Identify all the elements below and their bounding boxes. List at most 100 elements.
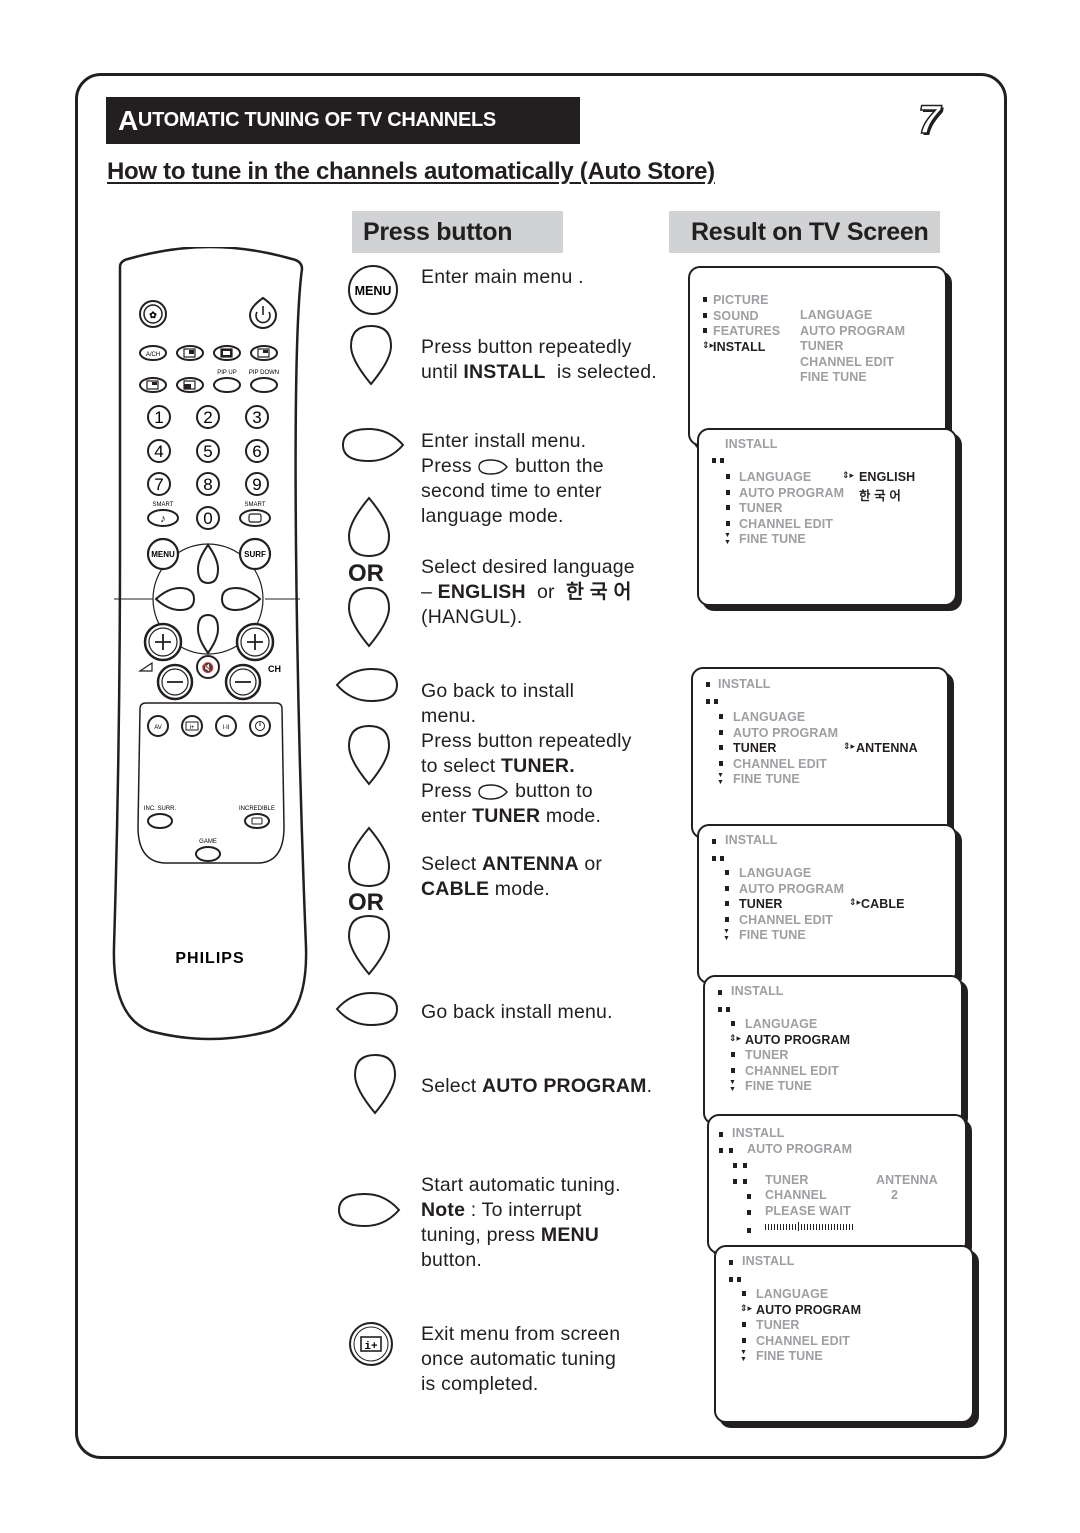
svg-text:✿: ✿ bbox=[149, 310, 157, 320]
bullet-icon bbox=[719, 714, 723, 719]
digit-button-1[interactable]: 1 bbox=[147, 405, 171, 429]
right-button-icon bbox=[337, 1192, 401, 1228]
menu-item: CHANNEL EDIT bbox=[745, 1063, 840, 1078]
av-label: AV bbox=[154, 725, 162, 731]
status-text: PLEASE WAIT bbox=[765, 1204, 851, 1218]
menu-title: INSTALL bbox=[725, 833, 778, 847]
brand-logo: PHILIPS bbox=[175, 950, 244, 967]
digit-button-5[interactable]: 5 bbox=[196, 439, 220, 463]
surf-button[interactable]: SURF bbox=[238, 537, 272, 571]
step-4-text: Select desired language – ENGLISH or 한 국… bbox=[421, 556, 635, 628]
stereo-button[interactable]: I·II bbox=[215, 715, 237, 737]
digit-button-0[interactable]: 0 bbox=[196, 506, 220, 530]
incredible-button[interactable] bbox=[244, 813, 270, 829]
smart-sound-button[interactable]: ♪ bbox=[147, 509, 179, 527]
surf-label: SURF bbox=[244, 550, 266, 559]
submenu-item: LANGUAGE bbox=[800, 308, 873, 322]
tv-screen-main-menu: PICTURE SOUND FEATURES ⇕▸ INSTALL LANGUAGE AUT… bbox=[688, 266, 947, 446]
section-title-banner: A UTOMATIC TUNING OF TV CHANNELS bbox=[106, 97, 580, 144]
step-3-text: Enter install menu. Press button the sec… bbox=[421, 430, 604, 527]
pip-down-button[interactable] bbox=[250, 377, 278, 393]
digit-button-9[interactable]: 9 bbox=[245, 472, 269, 496]
left-button-icon bbox=[335, 667, 399, 703]
menu-item: FINE TUNE bbox=[739, 928, 806, 942]
menu-title: INSTALL bbox=[718, 677, 771, 691]
digit-label: 5 bbox=[203, 442, 212, 461]
bullet-icon bbox=[729, 1148, 733, 1153]
bullet-icon bbox=[726, 489, 730, 495]
bullet-icon bbox=[729, 1277, 733, 1282]
down-button-icon bbox=[347, 724, 391, 786]
digit-label: 1 bbox=[154, 408, 163, 427]
down-button-icon bbox=[353, 1053, 397, 1115]
menu-button[interactable]: MENU bbox=[146, 537, 180, 571]
section-title-initial: A bbox=[118, 104, 138, 136]
step-5-text: Go back to install menu. Press button re… bbox=[421, 680, 632, 827]
digit-label: 9 bbox=[252, 475, 261, 494]
step-7-text: Go back install menu. bbox=[421, 1001, 613, 1023]
ach-button[interactable]: A/CH bbox=[139, 345, 167, 361]
pip-freeze-button[interactable] bbox=[213, 345, 241, 361]
digit-button-8[interactable]: 8 bbox=[196, 472, 220, 496]
menu-item: AUTO PROGRAM bbox=[745, 1032, 851, 1047]
bullet-icon bbox=[743, 1179, 747, 1184]
tv-screen-tuner-antenna: INSTALL LANGUAGE AUTO PROGRAM TUNER CHANNEL … bbox=[691, 667, 949, 839]
digit-button-2[interactable]: 2 bbox=[196, 405, 220, 429]
menu-item: CHANNEL EDIT bbox=[739, 516, 834, 531]
step-10-text: Exit menu from screen once automatic tun… bbox=[421, 1323, 621, 1395]
submenu-item: FINE TUNE bbox=[800, 370, 867, 384]
menu-item: FINE TUNE bbox=[745, 1079, 812, 1093]
step-6-text: Select ANTENNA or CABLE mode. bbox=[421, 853, 603, 900]
submenu-item: CHANNEL EDIT bbox=[800, 354, 895, 369]
bullet-icon bbox=[726, 505, 730, 510]
menu-item: FINE TUNE bbox=[739, 532, 806, 546]
pip-size-button[interactable] bbox=[176, 377, 204, 393]
up-button-icon bbox=[347, 496, 391, 558]
menu-item: AUTO PROGRAM bbox=[733, 725, 839, 740]
step-1-text: Enter main menu . bbox=[421, 266, 584, 288]
pip-swap-button[interactable] bbox=[250, 345, 278, 361]
pip-position-button[interactable] bbox=[139, 377, 167, 393]
teletext-button[interactable]: ✿ bbox=[139, 300, 167, 328]
menu-item: TUNER bbox=[733, 741, 777, 755]
pip-up-label: PIP UP bbox=[217, 370, 237, 376]
bullet-icon bbox=[731, 1052, 735, 1057]
digit-button-6[interactable]: 6 bbox=[245, 439, 269, 463]
down-button-icon bbox=[347, 586, 391, 648]
menu-item: AUTO PROGRAM bbox=[756, 1302, 862, 1317]
bullet-icon bbox=[720, 458, 724, 463]
svg-text:🔇: 🔇 bbox=[202, 661, 214, 674]
menu-item: TUNER bbox=[739, 897, 783, 911]
sleep-timer-button[interactable] bbox=[249, 715, 271, 737]
game-button[interactable] bbox=[195, 846, 221, 862]
mute-button[interactable]: 🔇 bbox=[196, 655, 220, 679]
bullet-icon bbox=[726, 1007, 730, 1012]
menu-item: CHANNEL EDIT bbox=[756, 1333, 851, 1348]
channel-up-button[interactable] bbox=[235, 622, 275, 662]
language-value-selected: ENGLISH bbox=[859, 470, 916, 484]
info-button[interactable]: i+ bbox=[181, 715, 203, 737]
bullet-icon bbox=[719, 729, 723, 735]
smart-picture-button[interactable] bbox=[239, 509, 271, 527]
bullet-icon bbox=[719, 1148, 723, 1153]
channel-down-button[interactable] bbox=[224, 663, 262, 701]
digit-button-7[interactable]: 7 bbox=[147, 472, 171, 496]
inc-surr-label: INC. SURR. bbox=[144, 806, 177, 812]
digit-label: 6 bbox=[252, 442, 261, 461]
inc-surr-button[interactable] bbox=[147, 813, 173, 829]
pip-up-button[interactable] bbox=[213, 377, 241, 393]
down-button-icon bbox=[349, 324, 393, 386]
menu-item: LANGUAGE bbox=[733, 710, 806, 724]
av-button[interactable]: AV bbox=[147, 715, 169, 737]
volume-down-button[interactable] bbox=[156, 663, 194, 701]
digit-button-4[interactable]: 4 bbox=[147, 439, 171, 463]
info-button-icon: i+ bbox=[349, 1322, 393, 1366]
menu-item: LANGUAGE bbox=[745, 1017, 818, 1031]
scroll-down-icon: ▼ ▼ bbox=[723, 928, 730, 942]
volume-up-button[interactable] bbox=[143, 622, 183, 662]
digit-button-3[interactable]: 3 bbox=[245, 405, 269, 429]
page-subtitle: How to tune in the channels automaticall… bbox=[107, 158, 715, 185]
pip-button[interactable] bbox=[176, 345, 204, 361]
bullet-icon bbox=[703, 328, 707, 333]
selection-cursor-icon: ⇕▸ bbox=[849, 897, 862, 907]
